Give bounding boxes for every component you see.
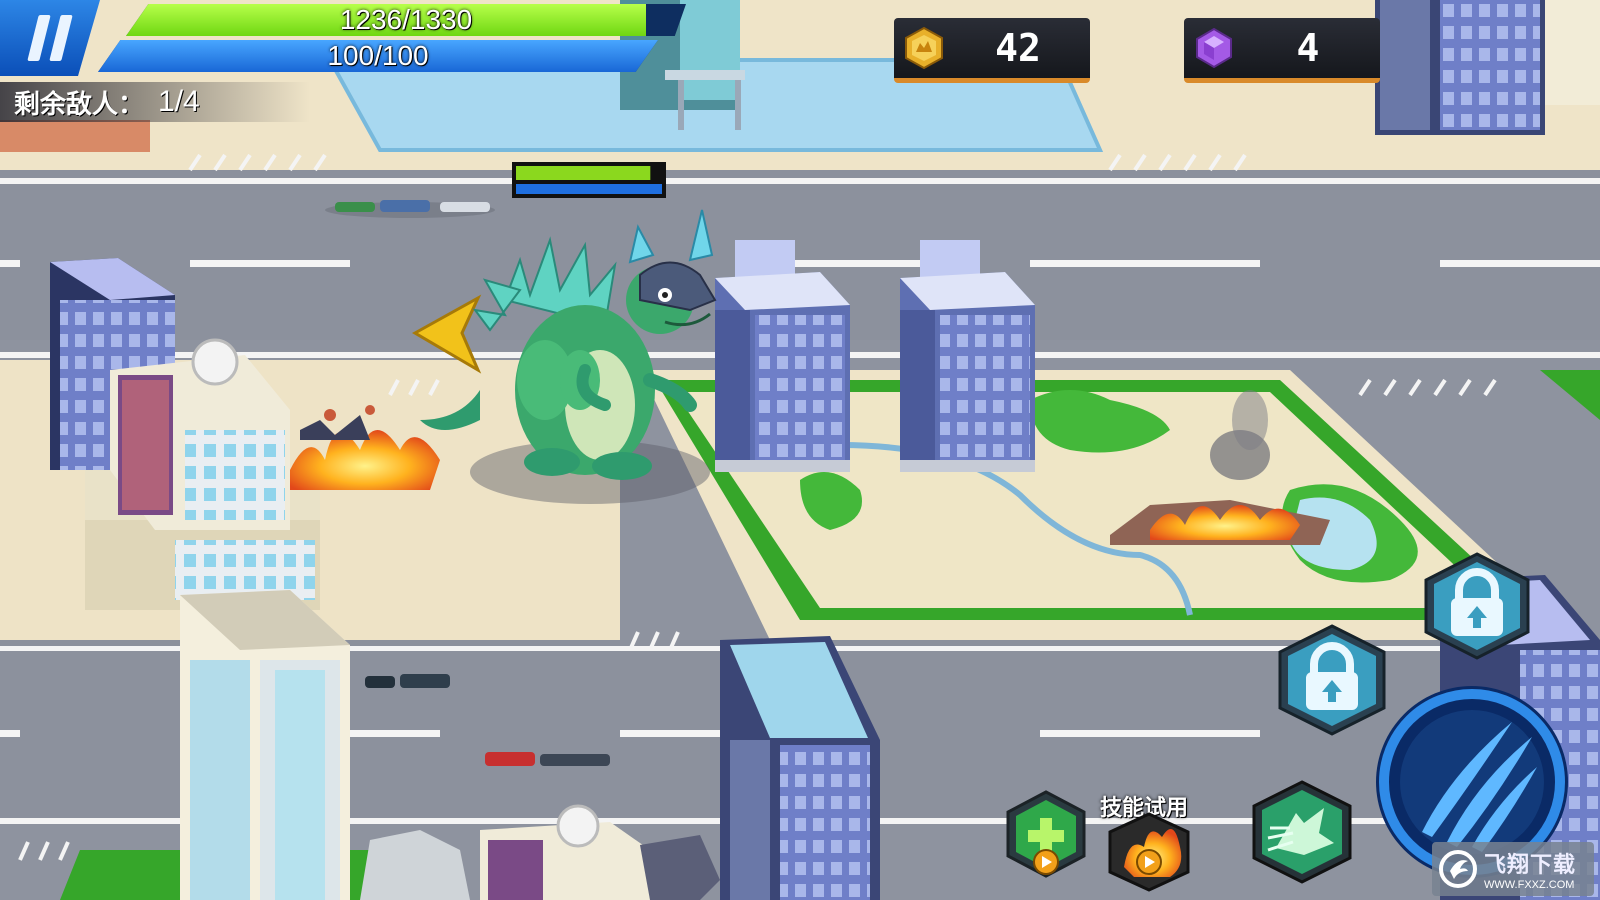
charge-skill-button[interactable] [1246, 778, 1358, 886]
game-screen: 1236/1330 100/100 剩余敌人： 1/4 42 4 技能试用 飞翔… [0, 0, 1600, 900]
heal-skill-button[interactable] [1000, 788, 1092, 880]
purple-gem-icon [1196, 27, 1232, 69]
car-wreck [485, 752, 610, 766]
gem-amount: 4 [1296, 26, 1320, 70]
watermark-title: 飞翔下载 [1484, 853, 1577, 878]
remaining-enemies-label: 剩余敌人： [14, 89, 145, 120]
remaining-enemies-count: 1/4 [158, 85, 200, 118]
hp-bar: 1236/1330 [126, 4, 686, 36]
car-wreck [365, 674, 450, 688]
player-mp-bar [516, 184, 662, 194]
road-edge-line [0, 178, 1600, 184]
mp-text: 100/100 [327, 40, 429, 71]
locked-skill-slot-2[interactable] [1418, 550, 1536, 662]
player-hp-bar [516, 166, 651, 180]
red-roof [0, 120, 150, 152]
site-logo-icon [1439, 850, 1477, 888]
remaining-enemies-panel: 剩余敌人： 1/4 [0, 82, 310, 122]
gem-counter: 4 [1184, 18, 1380, 83]
player-status-panel: 1236/1330 100/100 [78, 0, 698, 76]
gold-coin-icon [905, 26, 943, 70]
pause-icon [27, 15, 73, 61]
fire-skill-button[interactable] [1104, 812, 1194, 892]
gold-counter: 42 [894, 18, 1090, 83]
site-watermark: 飞翔下载 WWW.FXXZ.COM [1432, 842, 1594, 896]
hp-text: 1236/1330 [339, 4, 473, 35]
car-wreck [325, 200, 495, 218]
city-scene [0, 0, 1600, 900]
gold-amount: 42 [995, 26, 1041, 70]
building-left-front [180, 590, 350, 900]
player-status-bars [512, 162, 666, 198]
mp-bar: 100/100 [98, 40, 658, 72]
watermark-url: WWW.FXXZ.COM [1484, 879, 1575, 891]
